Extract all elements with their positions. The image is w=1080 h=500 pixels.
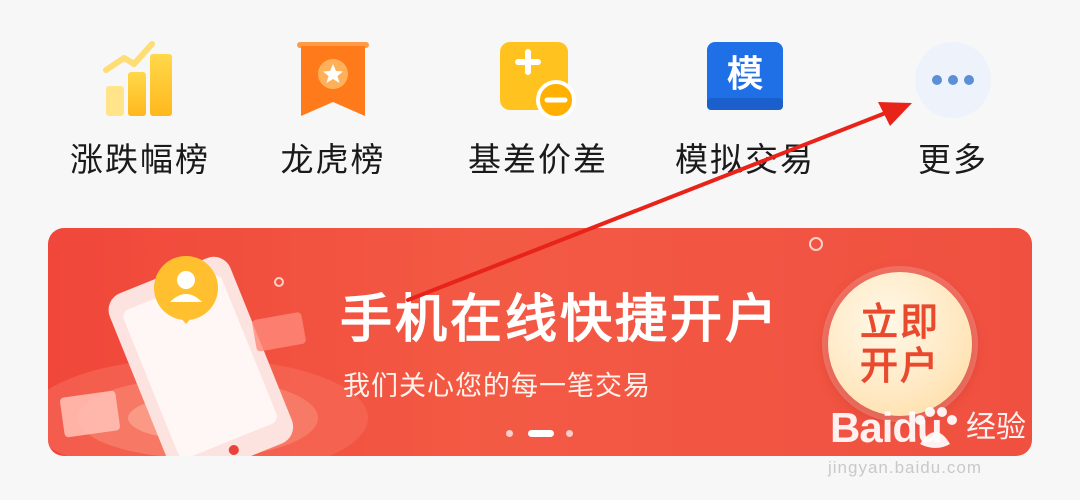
watermark-url: jingyan.baidu.com (828, 458, 983, 477)
baidu-jingyan-watermark: Baidu 经验 jingyan.baidu.com (828, 400, 1038, 490)
plus-minus-icon (500, 42, 576, 120)
nav-label: 更多 (918, 140, 988, 179)
carousel-dot[interactable] (506, 430, 513, 437)
nav-item-basis-spread[interactable]: 基差价差 (463, 30, 613, 190)
nav-item-more[interactable]: 更多 (878, 30, 1028, 190)
quick-entry-row: 涨跌幅榜 龙虎榜 基差价差 模 模拟交易 更多 (0, 30, 1080, 190)
bar-chart-trend-icon (103, 41, 172, 116)
nav-item-dragon-tiger-list[interactable]: 龙虎榜 (258, 30, 408, 190)
carousel-dot-active[interactable] (528, 430, 554, 437)
nav-item-rise-fall-rank[interactable]: 涨跌幅榜 (65, 30, 215, 190)
nav-item-simulated-trading[interactable]: 模 模拟交易 (670, 30, 820, 190)
cta-line-2: 开户 (859, 344, 940, 388)
carousel-indicator (506, 428, 576, 438)
nav-label: 基差价差 (468, 140, 608, 179)
cta-line-1: 立即 (859, 300, 940, 344)
nav-label: 龙虎榜 (280, 140, 386, 179)
nav-label: 模拟交易 (675, 140, 815, 179)
icon-glyph: 模 (727, 54, 763, 95)
open-account-button[interactable]: 立即 开户 (828, 272, 972, 416)
more-dots-icon (915, 42, 991, 118)
watermark-text: 经验 (966, 410, 1026, 445)
paw-logo-icon (915, 407, 957, 448)
nav-label: 涨跌幅榜 (70, 140, 210, 179)
mo-character-icon: 模 (707, 42, 783, 110)
ribbon-star-icon (297, 42, 369, 116)
banner-title: 手机在线快捷开户 (340, 290, 781, 350)
carousel-dot[interactable] (566, 430, 573, 437)
banner-subtitle: 我们关心您的每一笔交易 (343, 371, 651, 402)
